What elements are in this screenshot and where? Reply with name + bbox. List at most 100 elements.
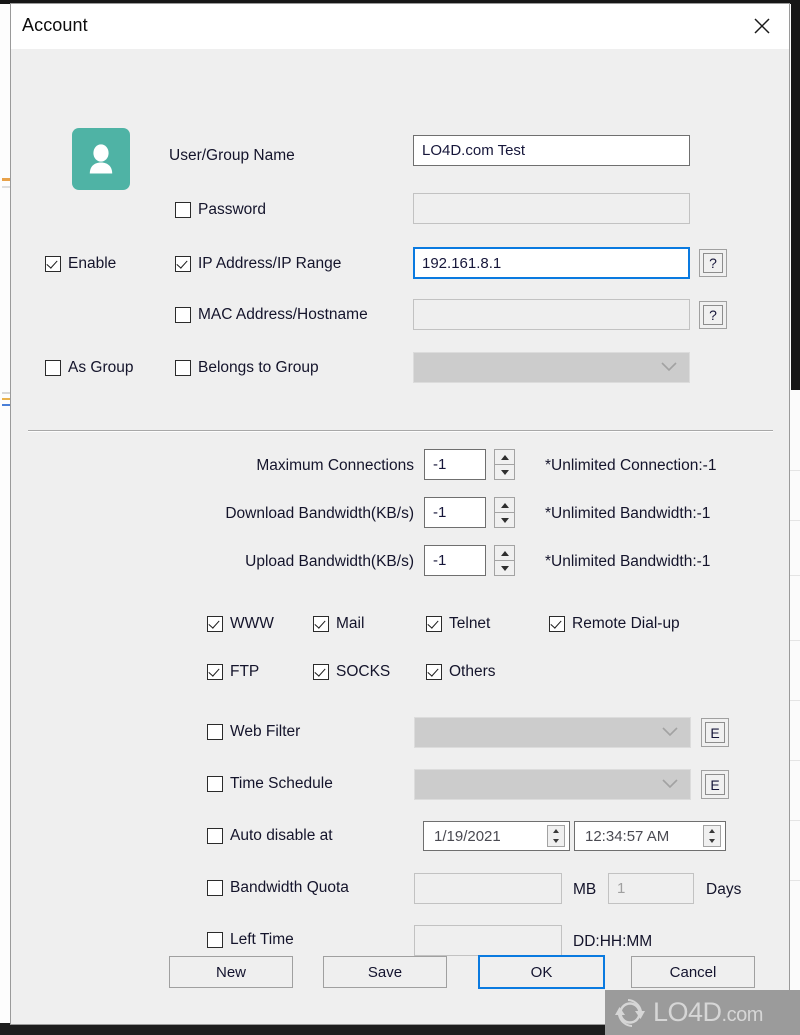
- bandwidth-quota-days-label: Days: [706, 881, 742, 898]
- bandwidth-quota-unit-label: MB: [573, 881, 597, 898]
- service-checkbox-ftp[interactable]: FTP: [207, 663, 259, 681]
- belongs-to-group-checkbox-row[interactable]: Belongs to Group: [175, 359, 319, 377]
- upload-bandwidth-stepper-up[interactable]: [494, 545, 515, 561]
- upload-bandwidth-stepper[interactable]: [494, 545, 515, 576]
- date-stepper-up[interactable]: [548, 826, 564, 836]
- left-time-checkbox-row[interactable]: Left Time: [207, 931, 294, 949]
- download-bandwidth-stepper-up[interactable]: [494, 497, 515, 513]
- password-checkbox[interactable]: [175, 202, 191, 218]
- time-stepper-down[interactable]: [704, 836, 720, 846]
- left-time-checkbox[interactable]: [207, 932, 223, 948]
- time-schedule-select[interactable]: [414, 769, 691, 800]
- triangle-up-icon: [500, 550, 509, 556]
- auto-disable-time-picker[interactable]: 12:34:57 AM: [574, 821, 726, 851]
- download-bandwidth-stepper[interactable]: [494, 497, 515, 528]
- triangle-down-icon: [709, 839, 715, 843]
- ip-address-checkbox-row[interactable]: IP Address/IP Range: [175, 255, 341, 273]
- max-connections-stepper-down[interactable]: [494, 465, 515, 480]
- download-bandwidth-label: Download Bandwidth(KB/s): [225, 505, 414, 522]
- bandwidth-quota-checkbox[interactable]: [207, 880, 223, 896]
- ok-button[interactable]: OK: [478, 955, 605, 989]
- user-group-name-input[interactable]: LO4D.com Test: [413, 135, 690, 166]
- auto-disable-date-picker[interactable]: 1/19/2021: [423, 821, 570, 851]
- as-group-checkbox[interactable]: [45, 360, 61, 376]
- ip-address-checkbox[interactable]: [175, 256, 191, 272]
- socks-checkbox[interactable]: [313, 664, 329, 680]
- upload-bandwidth-stepper-down[interactable]: [494, 561, 515, 576]
- telnet-label: Telnet: [449, 615, 491, 632]
- others-checkbox[interactable]: [426, 664, 442, 680]
- time-stepper-up[interactable]: [704, 826, 720, 836]
- bandwidth-quota-input[interactable]: [414, 873, 562, 904]
- time-schedule-checkbox[interactable]: [207, 776, 223, 792]
- socks-label: SOCKS: [336, 663, 391, 680]
- service-checkbox-www[interactable]: WWW: [207, 615, 274, 633]
- ip-address-label: IP Address/IP Range: [198, 255, 342, 272]
- save-button[interactable]: Save: [323, 956, 447, 988]
- ftp-checkbox[interactable]: [207, 664, 223, 680]
- refresh-circle-icon: [615, 998, 645, 1027]
- service-checkbox-others[interactable]: Others: [426, 663, 496, 681]
- max-connections-stepper[interactable]: [494, 449, 515, 480]
- upload-bandwidth-input[interactable]: -1: [424, 545, 486, 576]
- chevron-down-icon: [662, 776, 678, 794]
- enable-checkbox-row[interactable]: Enable: [45, 255, 116, 273]
- belongs-to-group-label: Belongs to Group: [198, 359, 319, 376]
- service-checkbox-socks[interactable]: SOCKS: [313, 663, 390, 681]
- title-bar: Account: [11, 4, 789, 49]
- mac-address-input[interactable]: [413, 299, 690, 330]
- auto-disable-time-stepper[interactable]: [703, 825, 721, 847]
- service-checkbox-remote-dialup[interactable]: Remote Dial-up: [549, 615, 680, 633]
- mac-address-label: MAC Address/Hostname: [198, 306, 368, 323]
- max-connections-input[interactable]: -1: [424, 449, 486, 480]
- time-schedule-checkbox-row[interactable]: Time Schedule: [207, 775, 333, 793]
- new-button[interactable]: New: [169, 956, 293, 988]
- web-filter-edit-button[interactable]: E: [701, 718, 729, 747]
- bandwidth-quota-checkbox-row[interactable]: Bandwidth Quota: [207, 879, 349, 897]
- service-checkbox-telnet[interactable]: Telnet: [426, 615, 490, 633]
- auto-disable-date-stepper[interactable]: [547, 825, 565, 847]
- www-checkbox[interactable]: [207, 616, 223, 632]
- bandwidth-quota-label: Bandwidth Quota: [230, 879, 349, 896]
- auto-disable-checkbox-row[interactable]: Auto disable at: [207, 827, 333, 845]
- user-avatar: [72, 128, 130, 190]
- www-label: WWW: [230, 615, 274, 632]
- telnet-checkbox[interactable]: [426, 616, 442, 632]
- mac-address-checkbox[interactable]: [175, 307, 191, 323]
- mail-checkbox[interactable]: [313, 616, 329, 632]
- web-filter-select[interactable]: [414, 717, 691, 748]
- download-bandwidth-input[interactable]: -1: [424, 497, 486, 528]
- bandwidth-quota-days-input[interactable]: 1: [608, 873, 694, 904]
- password-checkbox-row[interactable]: Password: [175, 201, 266, 219]
- max-connections-stepper-up[interactable]: [494, 449, 515, 465]
- web-filter-checkbox-row[interactable]: Web Filter: [207, 723, 300, 741]
- auto-disable-time-value: 12:34:57 AM: [585, 827, 670, 845]
- mail-label: Mail: [336, 615, 365, 632]
- ip-help-button[interactable]: ?: [699, 249, 727, 277]
- left-time-input[interactable]: [414, 925, 562, 956]
- belongs-to-group-select[interactable]: [413, 352, 690, 383]
- watermark-suffix: .com: [721, 1004, 764, 1026]
- as-group-label: As Group: [68, 359, 134, 376]
- auto-disable-checkbox[interactable]: [207, 828, 223, 844]
- time-schedule-edit-label: E: [705, 774, 725, 795]
- web-filter-label: Web Filter: [230, 723, 301, 740]
- password-input[interactable]: [413, 193, 690, 224]
- time-schedule-edit-button[interactable]: E: [701, 770, 729, 799]
- ip-address-input[interactable]: 192.161.8.1: [413, 247, 690, 279]
- mac-address-checkbox-row[interactable]: MAC Address/Hostname: [175, 306, 368, 324]
- download-bandwidth-stepper-down[interactable]: [494, 513, 515, 528]
- as-group-checkbox-row[interactable]: As Group: [45, 359, 133, 377]
- service-checkbox-mail[interactable]: Mail: [313, 615, 364, 633]
- belongs-to-group-checkbox[interactable]: [175, 360, 191, 376]
- date-stepper-down[interactable]: [548, 836, 564, 846]
- cancel-button[interactable]: Cancel: [631, 956, 755, 988]
- remote-dialup-checkbox[interactable]: [549, 616, 565, 632]
- window-title: Account: [22, 15, 88, 35]
- triangle-down-icon: [553, 839, 559, 843]
- auto-disable-label: Auto disable at: [230, 827, 333, 844]
- mac-help-button[interactable]: ?: [699, 301, 727, 329]
- web-filter-checkbox[interactable]: [207, 724, 223, 740]
- enable-checkbox[interactable]: [45, 256, 61, 272]
- close-button[interactable]: [735, 4, 789, 47]
